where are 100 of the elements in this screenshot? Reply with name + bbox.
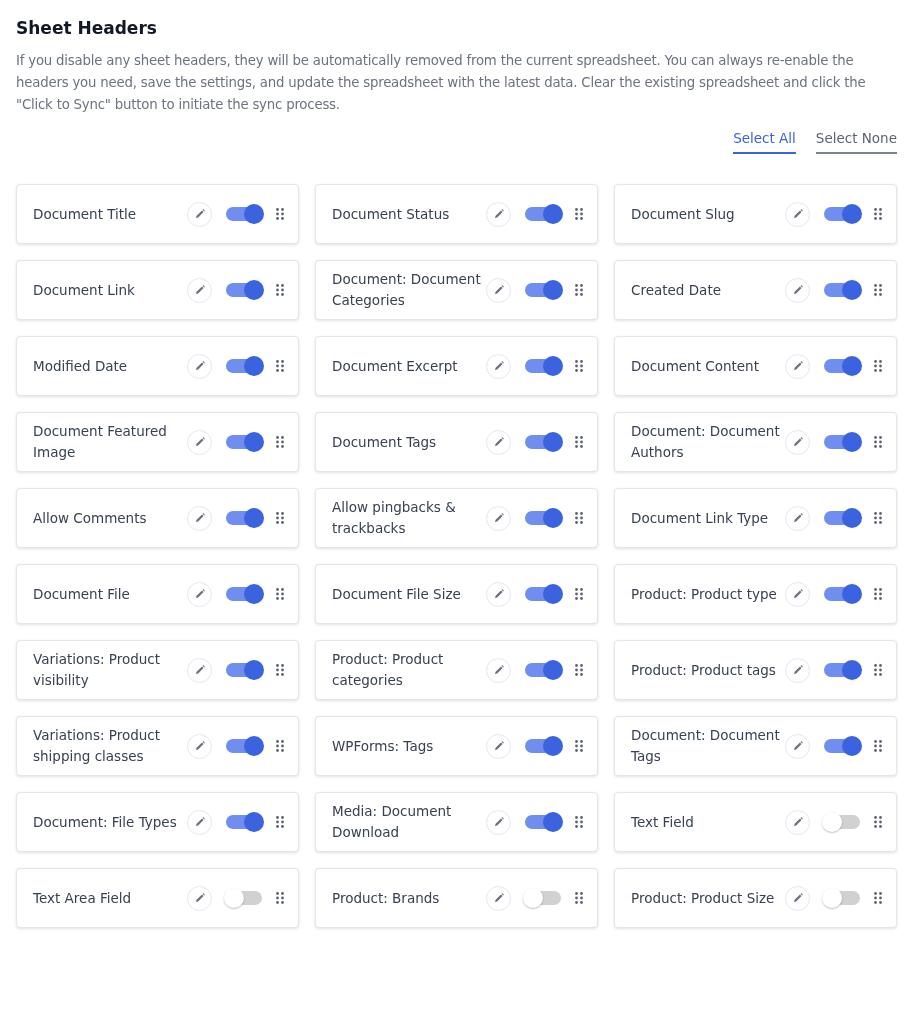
drag-handle-icon[interactable] — [575, 740, 583, 752]
toggle-switch[interactable] — [824, 359, 860, 373]
select-link[interactable]: Select None — [815, 130, 897, 154]
edit-icon[interactable] — [187, 429, 212, 455]
toggle-switch[interactable] — [226, 283, 262, 297]
toggle-switch[interactable] — [525, 815, 561, 829]
drag-handle-icon[interactable] — [575, 816, 583, 828]
toggle-switch[interactable] — [525, 435, 561, 449]
toggle-switch[interactable] — [824, 283, 860, 297]
edit-icon[interactable] — [785, 429, 810, 455]
drag-handle-icon[interactable] — [874, 512, 882, 524]
drag-handle-icon[interactable] — [874, 664, 882, 676]
drag-handle-icon[interactable] — [874, 360, 882, 372]
drag-handle-icon[interactable] — [874, 588, 882, 600]
edit-icon[interactable] — [785, 581, 810, 607]
edit-icon[interactable] — [785, 505, 810, 531]
edit-icon[interactable] — [785, 277, 810, 303]
toggle-switch[interactable] — [525, 359, 561, 373]
edit-icon[interactable] — [187, 353, 212, 379]
drag-handle-icon[interactable] — [276, 740, 284, 752]
drag-handle-icon[interactable] — [874, 436, 882, 448]
toggle-switch[interactable] — [525, 511, 561, 525]
toggle-switch[interactable] — [824, 435, 860, 449]
toggle-switch[interactable] — [226, 511, 262, 525]
edit-icon[interactable] — [486, 885, 511, 911]
toggle-switch[interactable] — [226, 435, 262, 449]
header-label: WPForms: Tags — [332, 736, 434, 756]
select-link[interactable]: Select All — [733, 130, 796, 154]
toggle-switch[interactable] — [525, 663, 561, 677]
toggle-switch[interactable] — [226, 891, 262, 905]
toggle-switch[interactable] — [525, 207, 561, 221]
toggle-switch[interactable] — [525, 283, 561, 297]
edit-icon[interactable] — [486, 733, 511, 759]
toggle-switch[interactable] — [824, 815, 860, 829]
toggle-switch[interactable] — [824, 739, 860, 753]
edit-icon[interactable] — [486, 809, 511, 835]
toggle-switch[interactable] — [226, 207, 262, 221]
edit-icon[interactable] — [486, 429, 511, 455]
edit-icon[interactable] — [785, 809, 810, 835]
drag-handle-icon[interactable] — [575, 892, 583, 904]
header-label: Document File Size — [332, 584, 461, 604]
toggle-switch[interactable] — [824, 663, 860, 677]
edit-icon[interactable] — [486, 277, 511, 303]
toggle-switch[interactable] — [824, 891, 860, 905]
toggle-switch[interactable] — [226, 359, 262, 373]
edit-icon[interactable] — [785, 885, 810, 911]
drag-handle-icon[interactable] — [575, 284, 583, 296]
drag-handle-icon[interactable] — [276, 892, 284, 904]
toggle-switch[interactable] — [226, 587, 262, 601]
edit-icon[interactable] — [785, 733, 810, 759]
drag-handle-icon[interactable] — [276, 588, 284, 600]
toggle-switch[interactable] — [226, 663, 262, 677]
drag-handle-icon[interactable] — [874, 740, 882, 752]
edit-icon[interactable] — [187, 581, 212, 607]
drag-handle-icon[interactable] — [276, 208, 284, 220]
header-label: Allow Comments — [33, 508, 147, 528]
toggle-switch[interactable] — [824, 587, 860, 601]
drag-handle-icon[interactable] — [575, 208, 583, 220]
edit-icon[interactable] — [187, 277, 212, 303]
drag-handle-icon[interactable] — [874, 208, 882, 220]
drag-handle-icon[interactable] — [276, 360, 284, 372]
toggle-switch[interactable] — [525, 739, 561, 753]
edit-icon[interactable] — [486, 505, 511, 531]
drag-handle-icon[interactable] — [276, 436, 284, 448]
drag-handle-icon[interactable] — [276, 816, 284, 828]
toggle-switch[interactable] — [824, 207, 860, 221]
header-label: Document Link Type — [631, 508, 769, 528]
drag-handle-icon[interactable] — [874, 284, 882, 296]
edit-icon[interactable] — [785, 201, 810, 227]
toggle-switch[interactable] — [525, 587, 561, 601]
toggle-switch[interactable] — [226, 815, 262, 829]
edit-icon[interactable] — [187, 885, 212, 911]
drag-handle-icon[interactable] — [874, 892, 882, 904]
edit-icon[interactable] — [187, 201, 212, 227]
edit-icon[interactable] — [486, 201, 511, 227]
toggle-switch[interactable] — [226, 739, 262, 753]
header-label: Product: Product categories — [332, 650, 445, 690]
edit-icon[interactable] — [785, 353, 810, 379]
edit-icon[interactable] — [785, 657, 810, 683]
drag-handle-icon[interactable] — [276, 284, 284, 296]
drag-handle-icon[interactable] — [575, 360, 583, 372]
toggle-switch[interactable] — [824, 511, 860, 525]
edit-icon[interactable] — [486, 657, 511, 683]
edit-icon[interactable] — [187, 809, 212, 835]
edit-icon[interactable] — [187, 657, 212, 683]
drag-handle-icon[interactable] — [575, 664, 583, 676]
edit-icon[interactable] — [187, 733, 212, 759]
drag-handle-icon[interactable] — [575, 512, 583, 524]
edit-icon[interactable] — [486, 353, 511, 379]
header-label: Text Area Field — [33, 888, 132, 908]
edit-icon[interactable] — [486, 581, 511, 607]
toggle-switch[interactable] — [525, 891, 561, 905]
header-label: Text Field — [631, 812, 694, 832]
drag-handle-icon[interactable] — [276, 664, 284, 676]
drag-handle-icon[interactable] — [874, 816, 882, 828]
section-title: Sheet Headers — [16, 18, 158, 38]
drag-handle-icon[interactable] — [575, 436, 583, 448]
drag-handle-icon[interactable] — [575, 588, 583, 600]
drag-handle-icon[interactable] — [276, 512, 284, 524]
edit-icon[interactable] — [187, 505, 212, 531]
